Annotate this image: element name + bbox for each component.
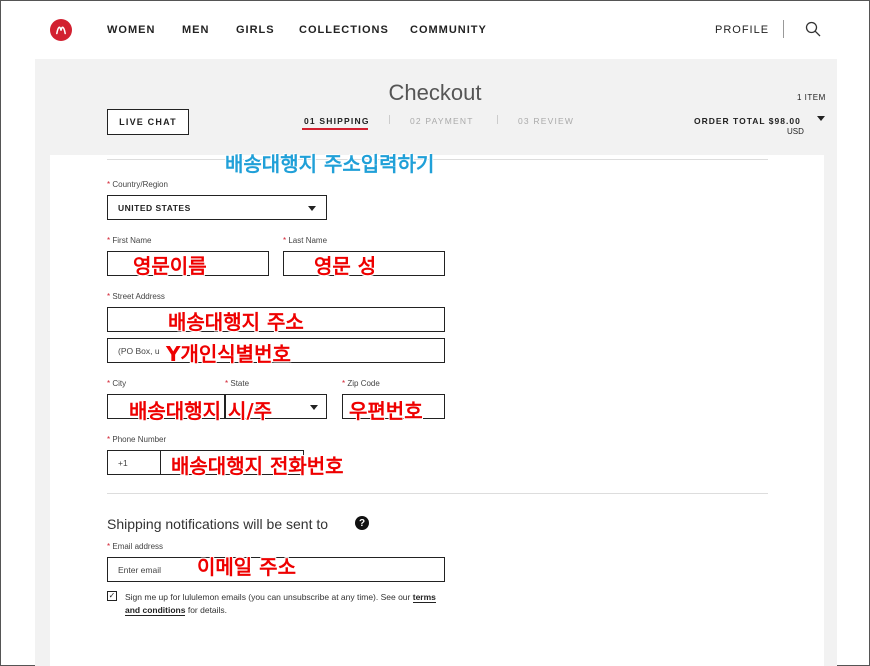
- step-payment[interactable]: 02 PAYMENT: [410, 116, 474, 126]
- state-label: * State: [225, 379, 250, 388]
- zip-label: * Zip Code: [342, 379, 380, 388]
- annotation-first-name: 영문이름: [133, 254, 207, 278]
- annotation-email: 이메일 주소: [197, 555, 296, 579]
- country-label: * Country/Region: [107, 180, 168, 189]
- street-label: * Street Address: [107, 292, 165, 301]
- email-signup-text: Sign me up for lululemon emails (you can…: [125, 592, 436, 616]
- nav-women[interactable]: WOMEN: [107, 24, 155, 36]
- cart-item-count: 1 ITEM: [797, 93, 826, 102]
- city-label: * City: [107, 379, 127, 388]
- annotation-street2: Y개인식별번호: [166, 342, 291, 366]
- annotation-zip: 우편번호: [349, 399, 423, 423]
- order-currency: USD: [787, 127, 804, 136]
- email-placeholder: Enter email: [118, 564, 161, 575]
- nav-divider: [783, 20, 784, 38]
- nav-girls[interactable]: GIRLS: [236, 24, 275, 36]
- chevron-down-icon: [310, 405, 318, 410]
- order-summary-chevron-down-icon[interactable]: [817, 116, 825, 121]
- live-chat-button[interactable]: LIVE CHAT: [107, 109, 189, 135]
- chevron-down-icon: [308, 206, 316, 211]
- profile-link[interactable]: PROFILE: [715, 24, 769, 36]
- top-nav: WOMEN MEN GIRLS COLLECTIONS COMMUNITY PR…: [1, 1, 869, 59]
- step-divider: [497, 115, 498, 124]
- page-frame: WOMEN MEN GIRLS COLLECTIONS COMMUNITY PR…: [0, 0, 870, 666]
- email-label: * Email address: [107, 542, 164, 551]
- annotation-last-name: 영문 성: [314, 254, 377, 278]
- shipping-notifications-heading: Shipping notifications will be sent to: [107, 516, 329, 532]
- street2-placeholder: (PO Box, u: [118, 345, 160, 356]
- step-review[interactable]: 03 REVIEW: [518, 116, 574, 126]
- search-icon[interactable]: [805, 21, 821, 37]
- order-total[interactable]: ORDER TOTAL $98.00: [694, 116, 801, 126]
- last-name-label: * Last Name: [283, 236, 328, 245]
- annotation-street: 배송대행지 주소: [168, 310, 304, 334]
- divider: [107, 159, 768, 160]
- page-title: Checkout: [388, 80, 482, 105]
- question-mark-icon[interactable]: ?: [355, 516, 369, 530]
- annotation-city-state: 배송대행지 시/주: [129, 399, 273, 423]
- first-name-label: * First Name: [107, 236, 152, 245]
- country-value: UNITED STATES: [118, 202, 191, 213]
- annotation-header: 배송대행지 주소입력하기: [225, 152, 435, 176]
- phone-country-code[interactable]: +1: [107, 450, 161, 475]
- nav-men[interactable]: MEN: [182, 24, 209, 36]
- step-shipping[interactable]: 01 SHIPPING: [304, 116, 370, 126]
- divider: [107, 493, 768, 494]
- nav-community[interactable]: COMMUNITY: [410, 24, 487, 36]
- step-divider: [389, 115, 390, 124]
- country-select[interactable]: UNITED STATES: [107, 195, 327, 220]
- nav-collections[interactable]: COLLECTIONS: [299, 24, 389, 36]
- email-signup-checkbox[interactable]: ✓: [107, 591, 117, 601]
- annotation-phone: 배송대행지 전화번호: [171, 454, 344, 478]
- phone-label: * Phone Number: [107, 435, 167, 444]
- lululemon-logo-icon[interactable]: [50, 19, 72, 41]
- phone-prefix: +1: [118, 457, 128, 468]
- active-step-underline: [302, 128, 368, 130]
